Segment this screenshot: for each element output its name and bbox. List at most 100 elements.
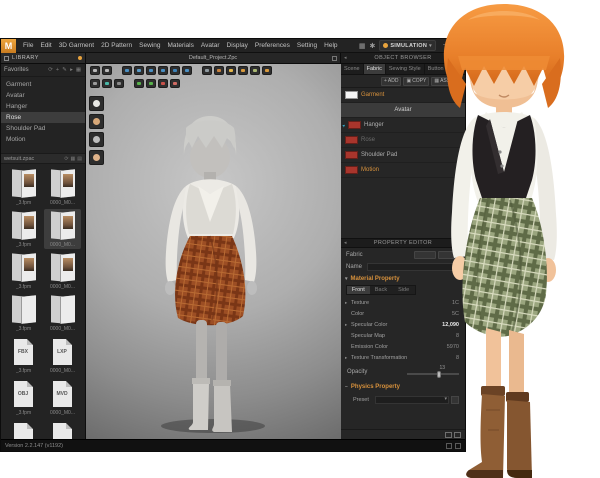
- menu-item[interactable]: Avatar: [201, 42, 220, 49]
- view-toggle-icon[interactable]: ⟳: [64, 156, 68, 162]
- toolbar-icon[interactable]: [114, 79, 124, 88]
- library-file-item[interactable]: MVD 0000_M0...: [44, 377, 81, 417]
- file-caption: _3.fpm: [16, 326, 31, 332]
- library-file-item[interactable]: FBX _3.fpm: [5, 335, 42, 375]
- toolbar-icon[interactable]: [262, 66, 272, 75]
- toolbar-icon[interactable]: [158, 79, 168, 88]
- display-toggle-icon[interactable]: [89, 96, 104, 111]
- library-file-item[interactable]: OBJ _3.fpm: [5, 377, 42, 417]
- library-category-item[interactable]: Hanger: [1, 101, 85, 112]
- object-browser-tab[interactable]: Scene: [341, 64, 364, 74]
- menubar: M FileEdit3D Garment2D PatternSewingMate…: [1, 39, 465, 53]
- object-browser-tab[interactable]: Fabric: [364, 64, 386, 74]
- file-thumbnail: OBJ: [11, 379, 37, 409]
- fabric-swatch: [345, 151, 358, 159]
- hero-character-render: [408, 0, 600, 478]
- menu-item[interactable]: File: [23, 42, 33, 49]
- library-category-item[interactable]: Shoulder Pad: [1, 123, 85, 134]
- toolbar-icon[interactable]: [122, 66, 132, 75]
- library-file-item[interactable]: _3.fpm: [5, 293, 42, 333]
- expand-triangle-icon: ▾: [345, 276, 348, 282]
- toolbar-icon[interactable]: [182, 66, 192, 75]
- display-toggle-icon[interactable]: [89, 150, 104, 165]
- menu-item[interactable]: Help: [324, 42, 337, 49]
- file-caption: 0000_M0...: [50, 200, 75, 206]
- library-file-item[interactable]: 0000_M0...: [44, 209, 81, 249]
- file-type-badge: LXP: [53, 349, 72, 355]
- library-category-item[interactable]: Rose: [1, 112, 85, 123]
- favorites-action-icon[interactable]: +: [54, 67, 61, 73]
- tab-close-icon[interactable]: [332, 56, 337, 61]
- menu-item[interactable]: Sewing: [139, 42, 160, 49]
- collapse-arrow-icon[interactable]: ◂: [344, 240, 347, 246]
- library-file-item[interactable]: 0000_M0...: [44, 251, 81, 291]
- avatar-preview: [63, 216, 73, 229]
- document-tab[interactable]: Default_Project.Zpc: [86, 53, 341, 63]
- library-category-item[interactable]: Avatar: [1, 90, 85, 101]
- file-thumbnail: [11, 253, 37, 283]
- toolbar-icon[interactable]: [102, 66, 112, 75]
- library-file-item[interactable]: 0000_M0...: [44, 167, 81, 207]
- menu-item[interactable]: Preferences: [255, 42, 290, 49]
- library-file-item[interactable]: _3.fpm: [5, 167, 42, 207]
- favorites-action-icon[interactable]: ▸: [68, 67, 75, 73]
- menu-item[interactable]: 2D Pattern: [101, 42, 132, 49]
- menu-item[interactable]: Setting: [297, 42, 317, 49]
- library-file-item[interactable]: 0000_M0...: [44, 293, 81, 333]
- status-bar: Version 2.2.147 (v1192): [1, 439, 465, 451]
- material-side-tab[interactable]: Front: [347, 286, 370, 294]
- toolbar-icon[interactable]: [214, 66, 224, 75]
- library-file-item[interactable]: [44, 419, 81, 439]
- fabric-swatch: [348, 121, 361, 129]
- fabric-action-button[interactable]: + ADD: [381, 77, 401, 86]
- toolbar-icon[interactable]: [134, 79, 144, 88]
- view-toggle-icon[interactable]: ▦: [71, 156, 76, 162]
- library-category-item[interactable]: Motion: [1, 134, 85, 145]
- toolbar-icon[interactable]: [146, 79, 156, 88]
- toolbar-icon[interactable]: [226, 66, 236, 75]
- store-icon[interactable]: ▦: [359, 42, 366, 50]
- material-side-tab[interactable]: Back: [370, 286, 393, 294]
- file-thumbnail: [11, 211, 37, 241]
- viewport-3d[interactable]: [86, 64, 341, 439]
- file-thumbnail: [50, 421, 76, 439]
- toolbar-icon[interactable]: [170, 79, 180, 88]
- toolbar-icon[interactable]: [170, 66, 180, 75]
- view-toggle-icon[interactable]: ▤: [77, 156, 82, 162]
- library-file-item[interactable]: _3.fpm: [5, 251, 42, 291]
- library-file-item[interactable]: [5, 419, 42, 439]
- gear-icon[interactable]: ✱: [369, 42, 375, 50]
- menu-item[interactable]: 3D Garment: [59, 42, 94, 49]
- library-panel-tab[interactable]: LIBRARY: [1, 53, 86, 63]
- library-file-item[interactable]: _3.fpm: [5, 209, 42, 249]
- panel-tabs-row: LIBRARY Default_Project.Zpc ◂ OBJECT BRO…: [1, 53, 465, 64]
- toolbar-icon[interactable]: [134, 66, 144, 75]
- toolbar-icon[interactable]: [90, 79, 100, 88]
- toolbar-icon[interactable]: [238, 66, 248, 75]
- menu-item[interactable]: Materials: [168, 42, 194, 49]
- library-file-item[interactable]: LXP 0000_M0...: [44, 335, 81, 375]
- avatar-model-3d: [86, 64, 341, 439]
- folder-name: wetsuit.zpac: [4, 156, 34, 162]
- favorites-action-icon[interactable]: ✎: [61, 67, 68, 73]
- library-category-item[interactable]: Garment: [1, 79, 85, 90]
- toolbar-icon[interactable]: [102, 79, 112, 88]
- favorites-action-icon[interactable]: ▦: [75, 67, 82, 73]
- file-type-badge: OBJ: [14, 391, 33, 397]
- file-type-badge: MVD: [53, 391, 72, 397]
- toolbar-icon[interactable]: [250, 66, 260, 75]
- toolbar-icon[interactable]: [90, 66, 100, 75]
- toolbar-icon[interactable]: [146, 66, 156, 75]
- file-type-badge: FBX: [14, 349, 33, 355]
- display-toggle-icon[interactable]: [89, 132, 104, 147]
- menu-item[interactable]: Edit: [40, 42, 51, 49]
- toolbar-icon[interactable]: [202, 66, 212, 75]
- favorites-action-icon[interactable]: ⟳: [47, 67, 54, 73]
- file-thumbnail: [50, 169, 76, 199]
- collapse-minus-icon: −: [345, 384, 348, 390]
- menu-item[interactable]: Display: [227, 42, 248, 49]
- display-toggle-icon[interactable]: [89, 114, 104, 129]
- toolbar-icon[interactable]: [158, 66, 168, 75]
- file-thumbnail: LXP: [50, 337, 76, 367]
- collapse-arrow-icon[interactable]: ◂: [344, 55, 347, 61]
